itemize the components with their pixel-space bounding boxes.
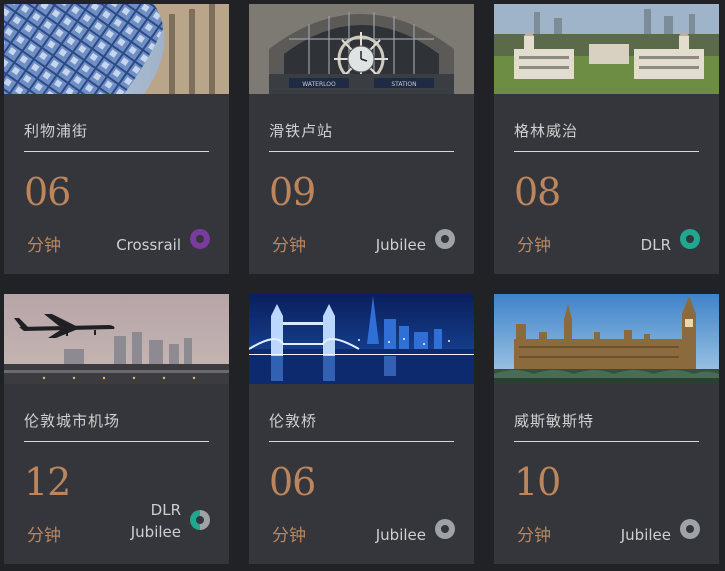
divider bbox=[24, 441, 209, 442]
divider bbox=[514, 151, 699, 152]
destination-card-westminster[interactable]: 威斯敏斯特 10 分钟 Jubilee bbox=[494, 294, 719, 564]
travel-minutes: 12 bbox=[24, 460, 71, 504]
travel-minutes: 10 bbox=[514, 460, 561, 504]
line-name: Crossrail bbox=[116, 236, 181, 254]
dlr-jubilee-line-icon bbox=[190, 510, 210, 530]
line-name: Jubilee bbox=[375, 236, 426, 254]
divider bbox=[269, 151, 454, 152]
line-names: Crossrail bbox=[116, 234, 181, 256]
destination-name: 威斯敏斯特 bbox=[514, 412, 595, 430]
waterloo-station-clock-photo: WATERLOO STATION bbox=[249, 4, 474, 94]
destination-card-london-city-airport[interactable]: 伦敦城市机场 12 分钟 DLR Jubilee bbox=[4, 294, 229, 564]
minutes-unit: 分钟 bbox=[517, 236, 551, 256]
destination-grid: 利物浦街 06 分钟 Crossrail WATERLOO STATION 滑铁… bbox=[0, 0, 725, 571]
minutes-unit: 分钟 bbox=[272, 526, 306, 546]
line-names: DLR bbox=[641, 234, 671, 256]
travel-minutes: 06 bbox=[269, 460, 316, 504]
line-names: Jubilee bbox=[376, 234, 426, 256]
line-name: Jubilee bbox=[620, 526, 671, 544]
jubilee-line-icon bbox=[435, 229, 455, 249]
minutes-unit: 分钟 bbox=[27, 236, 61, 256]
line-names: Jubilee bbox=[621, 524, 671, 546]
minutes-unit: 分钟 bbox=[272, 236, 306, 256]
line-name: Jubilee bbox=[375, 526, 426, 544]
destination-card-waterloo[interactable]: WATERLOO STATION 滑铁卢站 09 分钟 Jubilee bbox=[249, 4, 474, 274]
travel-minutes: 09 bbox=[269, 170, 316, 214]
line-name: DLR bbox=[150, 501, 181, 519]
destination-card-liverpool-street[interactable]: 利物浦街 06 分钟 Crossrail bbox=[4, 4, 229, 274]
minutes-unit: 分钟 bbox=[27, 526, 61, 546]
jubilee-line-icon bbox=[680, 519, 700, 539]
travel-minutes: 06 bbox=[24, 170, 71, 214]
dlr-line-icon bbox=[680, 229, 700, 249]
big-ben-parliament-photo bbox=[494, 294, 719, 384]
minutes-unit: 分钟 bbox=[517, 526, 551, 546]
airplane-landing-photo bbox=[4, 294, 229, 384]
line-names: DLR Jubilee bbox=[131, 499, 181, 543]
destination-name: 滑铁卢站 bbox=[269, 122, 334, 140]
tower-bridge-night-photo bbox=[249, 294, 474, 384]
gherkin-glass-tower-photo bbox=[4, 4, 229, 94]
travel-minutes: 08 bbox=[514, 170, 561, 214]
divider bbox=[269, 441, 454, 442]
waterloo-sign-text: WATERLOO bbox=[302, 81, 336, 88]
jubilee-line-icon bbox=[435, 519, 455, 539]
line-name: DLR bbox=[640, 236, 671, 254]
destination-name: 伦敦桥 bbox=[269, 412, 318, 430]
destination-name: 利物浦街 bbox=[24, 122, 89, 140]
divider bbox=[24, 151, 209, 152]
greenwich-naval-college-photo bbox=[494, 4, 719, 94]
destination-card-greenwich[interactable]: 格林威治 08 分钟 DLR bbox=[494, 4, 719, 274]
line-names: Jubilee bbox=[376, 524, 426, 546]
station-sign-text: STATION bbox=[391, 81, 416, 88]
destination-card-london-bridge[interactable]: 伦敦桥 06 分钟 Jubilee bbox=[249, 294, 474, 564]
line-name: Jubilee bbox=[130, 523, 181, 541]
destination-name: 格林威治 bbox=[514, 122, 579, 140]
divider bbox=[514, 441, 699, 442]
crossrail-line-icon bbox=[190, 229, 210, 249]
destination-name: 伦敦城市机场 bbox=[24, 412, 121, 430]
